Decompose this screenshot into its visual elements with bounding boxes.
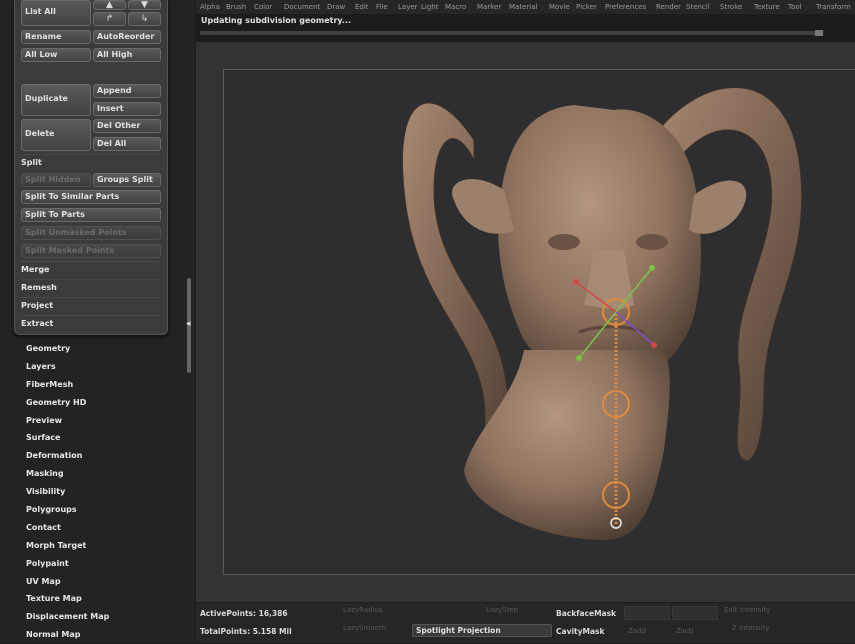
document-canvas[interactable] (223, 69, 855, 575)
palette-item[interactable]: Polypaint (26, 555, 186, 573)
palette-item[interactable]: Polygroups (26, 501, 186, 519)
progress-bar (200, 31, 824, 35)
palette-item[interactable]: Displacement Map (26, 608, 186, 626)
zadd-button[interactable]: Zadd (628, 627, 646, 635)
palette-item[interactable]: Preview (26, 412, 186, 430)
palette-item[interactable]: Contact (26, 519, 186, 537)
subtool-panel: List All ▲ ▼ ↱ ↳ Rename AutoReorder All … (14, 0, 168, 335)
menu-stroke[interactable]: Stroke (720, 0, 742, 14)
progress-fill (200, 31, 818, 35)
lazy-step-slider[interactable]: LazyStep (486, 606, 518, 614)
cavity-mask-toggle[interactable]: CavityMask (556, 627, 604, 636)
edit-intensity-slider[interactable]: Edit Intensity (724, 606, 770, 614)
split-to-parts-button[interactable]: Split To Parts (21, 208, 161, 222)
menu-edit[interactable]: Edit (355, 0, 369, 14)
rgb-toggle[interactable] (672, 606, 718, 620)
arrow-up-icon: ▲ (106, 0, 113, 10)
lazy-smooth-slider[interactable]: LazySmooth (343, 624, 386, 632)
tool-palette-list: Geometry Layers FiberMesh Geometry HD Previe… (26, 340, 186, 644)
split-similar-parts-button[interactable]: Split To Similar Parts (21, 190, 161, 204)
extract-section[interactable]: Extract (21, 315, 161, 332)
menu-tool[interactable]: Tool (788, 0, 802, 14)
menu-draw[interactable]: Draw (327, 0, 345, 14)
split-masked-button[interactable]: Split Masked Points (21, 244, 161, 258)
palette-item[interactable]: Texture Map (26, 590, 186, 608)
menu-macro[interactable]: Macro (445, 0, 466, 14)
del-other-button[interactable]: Del Other (93, 119, 161, 133)
palette-item[interactable]: Layers (26, 358, 186, 376)
move-down-button[interactable]: ▼ (128, 0, 161, 10)
menu-brush[interactable]: Brush (226, 0, 246, 14)
rename-button[interactable]: Rename (21, 30, 91, 44)
palette-item[interactable]: Geometry HD (26, 394, 186, 412)
backface-mask-toggle[interactable]: BackfaceMask (556, 609, 616, 618)
split-unmasked-button[interactable]: Split Unmasked Points (21, 226, 161, 240)
palette-item[interactable]: Morph Target (26, 537, 186, 555)
menu-layer[interactable]: Layer (398, 0, 418, 14)
del-all-button[interactable]: Del All (93, 137, 161, 151)
menu-transform[interactable]: Transform (816, 0, 851, 14)
menu-alpha[interactable]: Alpha (200, 0, 220, 14)
menu-marker[interactable]: Marker (477, 0, 501, 14)
palette-item[interactable]: Visibility (26, 483, 186, 501)
menu-material[interactable]: Material (509, 0, 537, 14)
split-hidden-button[interactable]: Split Hidden (21, 173, 91, 187)
tray-collapse-icon[interactable]: ◂ (186, 318, 194, 330)
menu-texture[interactable]: Texture (754, 0, 780, 14)
menu-file[interactable]: File (376, 0, 388, 14)
move-up-button[interactable]: ▲ (93, 0, 126, 10)
arrow-down-icon: ▼ (141, 0, 148, 10)
total-points-readout: TotalPoints: 5.158 Mil (200, 627, 292, 636)
left-tray: List All ▲ ▼ ↱ ↳ Rename AutoReorder All … (0, 0, 195, 643)
z-intensity-slider[interactable]: Z Intensity (732, 624, 770, 632)
bottom-shelf: ActivePoints: 16,386 TotalPoints: 5.158 … (196, 603, 855, 643)
menu-stencil[interactable]: Stencil (686, 0, 710, 14)
insert-button[interactable]: Insert (93, 102, 161, 116)
menu-render[interactable]: Render (656, 0, 681, 14)
menu-color[interactable]: Color (254, 0, 272, 14)
active-points-readout: ActivePoints: 16,386 (200, 609, 288, 618)
zsub-button[interactable]: Zsub (676, 627, 693, 635)
palette-item[interactable]: Surface (26, 429, 186, 447)
palette-item[interactable]: Normal Map (26, 626, 186, 644)
menu-movie[interactable]: Movie (549, 0, 570, 14)
menu-bar: Alpha Brush Color Document Draw Edit File Layer… (196, 0, 855, 14)
delete-button[interactable]: Delete (21, 119, 91, 151)
palette-item[interactable]: Masking (26, 465, 186, 483)
remesh-section[interactable]: Remesh (21, 279, 161, 296)
zadd-zsub-toggle[interactable] (624, 606, 670, 620)
progress-knob (815, 30, 823, 36)
append-button[interactable]: Append (93, 84, 161, 98)
all-high-button[interactable]: All High (93, 48, 161, 62)
move-top-button[interactable]: ↱ (93, 12, 126, 26)
menu-preferences[interactable]: Preferences (605, 0, 646, 14)
auto-reorder-button[interactable]: AutoReorder (93, 30, 161, 44)
palette-item[interactable]: FiberMesh (26, 376, 186, 394)
palette-item[interactable]: Deformation (26, 447, 186, 465)
groups-split-button[interactable]: Groups Split (93, 173, 161, 187)
list-all-button[interactable]: List All (21, 0, 91, 26)
status-message: Updating subdivision geometry... (201, 16, 351, 25)
arrow-bottom-icon: ↳ (140, 14, 149, 24)
move-bottom-button[interactable]: ↳ (128, 12, 161, 26)
palette-item[interactable]: UV Map (26, 573, 186, 591)
menu-picker[interactable]: Picker (576, 0, 597, 14)
project-section[interactable]: Project (21, 297, 161, 314)
split-section-label[interactable]: Split (21, 154, 161, 171)
head-bust (452, 105, 747, 540)
duplicate-button[interactable]: Duplicate (21, 84, 91, 116)
palette-item[interactable]: Geometry (26, 340, 186, 358)
all-low-button[interactable]: All Low (21, 48, 91, 62)
menu-document[interactable]: Document (284, 0, 320, 14)
sculpt-render (402, 87, 803, 540)
merge-section[interactable]: Merge (21, 261, 161, 278)
arrow-top-icon: ↱ (105, 14, 114, 24)
spotlight-projection-button[interactable]: Spotlight Projection (412, 624, 552, 637)
lazy-radius-slider[interactable]: LazyRadius (343, 606, 382, 614)
menu-light[interactable]: Light (421, 0, 438, 14)
